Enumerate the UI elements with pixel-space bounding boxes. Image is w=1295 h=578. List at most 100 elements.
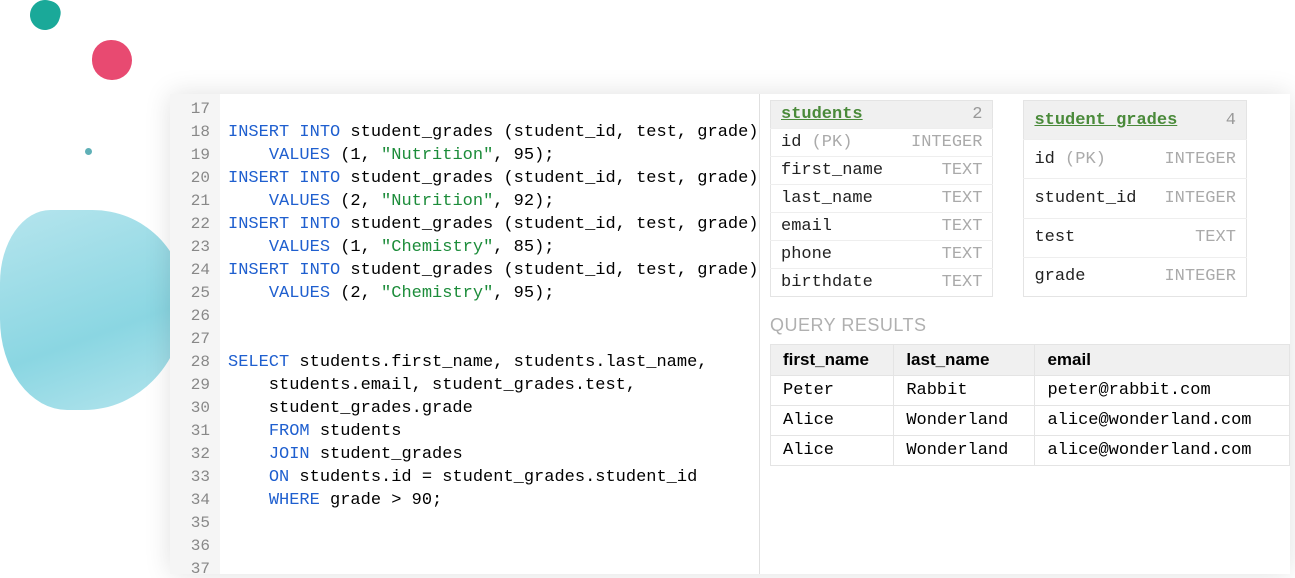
code-line[interactable]: INSERT INTO student_grades (student_id, … — [228, 213, 759, 236]
schema-column-type: TEXT — [1146, 218, 1246, 257]
line-number: 31 — [176, 420, 210, 443]
code-line[interactable]: SELECT students.first_name, students.las… — [228, 351, 759, 374]
schema-list: students2id (PK)INTEGERfirst_nameTEXTlas… — [770, 100, 1290, 297]
line-number: 28 — [176, 351, 210, 374]
line-number: 21 — [176, 190, 210, 213]
code-line[interactable] — [228, 328, 759, 351]
result-row: AliceWonderlandalice@wonderland.com — [771, 406, 1290, 436]
schema-row-count: 2 — [972, 105, 982, 124]
schema-column-type: TEXT — [893, 185, 993, 213]
code-line[interactable]: student_grades.grade — [228, 397, 759, 420]
code-line[interactable]: VALUES (2, "Nutrition", 92); — [228, 190, 759, 213]
schema-column-name: last_name — [771, 185, 894, 213]
result-header: first_name — [771, 345, 894, 376]
line-number: 32 — [176, 443, 210, 466]
schema-column-name: id (PK) — [771, 129, 894, 157]
schema-column-row: first_nameTEXT — [771, 157, 993, 185]
schema-column-row: last_nameTEXT — [771, 185, 993, 213]
line-number: 24 — [176, 259, 210, 282]
code-editor[interactable]: 1718192021222324252627282930313233343536… — [170, 94, 760, 574]
result-cell: peter@rabbit.com — [1035, 376, 1290, 406]
code-line[interactable]: VALUES (1, "Chemistry", 85); — [228, 236, 759, 259]
query-results-title: QUERY RESULTS — [770, 315, 1290, 336]
result-cell: Peter — [771, 376, 894, 406]
schema-table-students: students2id (PK)INTEGERfirst_nameTEXTlas… — [770, 100, 993, 297]
line-number: 36 — [176, 535, 210, 558]
code-line[interactable]: INSERT INTO student_grades (student_id, … — [228, 121, 759, 144]
code-line[interactable]: VALUES (1, "Nutrition", 95); — [228, 144, 759, 167]
schema-column-row: gradeINTEGER — [1024, 257, 1246, 296]
schema-column-row: birthdateTEXT — [771, 269, 993, 297]
code-line[interactable] — [228, 98, 759, 121]
result-cell: alice@wonderland.com — [1035, 436, 1290, 466]
schema-name-link[interactable]: student_grades — [1034, 111, 1177, 130]
line-number: 18 — [176, 121, 210, 144]
line-number: 17 — [176, 98, 210, 121]
line-number: 30 — [176, 397, 210, 420]
result-cell: Rabbit — [894, 376, 1035, 406]
schema-column-name: grade — [1024, 257, 1147, 296]
line-number: 27 — [176, 328, 210, 351]
schema-row-count: 4 — [1226, 111, 1236, 130]
code-line[interactable]: FROM students — [228, 420, 759, 443]
line-number: 26 — [176, 305, 210, 328]
decorative-dot — [85, 148, 92, 155]
line-number: 19 — [176, 144, 210, 167]
code-line[interactable]: ON students.id = student_grades.student_… — [228, 466, 759, 489]
schema-column-name: phone — [771, 241, 894, 269]
code-line[interactable]: INSERT INTO student_grades (student_id, … — [228, 259, 759, 282]
line-number: 37 — [176, 558, 210, 574]
line-number: 23 — [176, 236, 210, 259]
schema-column-name: email — [771, 213, 894, 241]
code-line[interactable]: INSERT INTO student_grades (student_id, … — [228, 167, 759, 190]
line-number-gutter: 1718192021222324252627282930313233343536… — [170, 94, 220, 574]
line-number: 22 — [176, 213, 210, 236]
schema-column-row: emailTEXT — [771, 213, 993, 241]
schema-column-name: id (PK) — [1024, 140, 1147, 179]
code-line[interactable]: VALUES (2, "Chemistry", 95); — [228, 282, 759, 305]
schema-name-link[interactable]: students — [781, 105, 863, 124]
schema-column-type: TEXT — [893, 269, 993, 297]
code-line[interactable]: WHERE grade > 90; — [228, 489, 759, 512]
line-number: 33 — [176, 466, 210, 489]
decorative-shape-pink — [92, 40, 132, 80]
schema-column-type: TEXT — [893, 213, 993, 241]
schema-table-student_grades: student_grades4id (PK)INTEGERstudent_idI… — [1023, 100, 1246, 297]
result-cell: Alice — [771, 406, 894, 436]
code-line[interactable]: JOIN student_grades — [228, 443, 759, 466]
schema-column-row: id (PK)INTEGER — [771, 129, 993, 157]
code-line[interactable] — [228, 512, 759, 535]
schema-column-type: TEXT — [893, 157, 993, 185]
schema-column-name: first_name — [771, 157, 894, 185]
result-row: AliceWonderlandalice@wonderland.com — [771, 436, 1290, 466]
schema-column-name: student_id — [1024, 179, 1147, 218]
result-cell: Alice — [771, 436, 894, 466]
schema-column-name: birthdate — [771, 269, 894, 297]
code-line[interactable] — [228, 558, 759, 574]
schema-column-type: INTEGER — [1146, 257, 1246, 296]
code-line[interactable] — [228, 535, 759, 558]
schema-column-row: student_idINTEGER — [1024, 179, 1246, 218]
result-cell: Wonderland — [894, 436, 1035, 466]
line-number: 20 — [176, 167, 210, 190]
schema-column-type: INTEGER — [1146, 179, 1246, 218]
result-row: PeterRabbitpeter@rabbit.com — [771, 376, 1290, 406]
schema-column-name: test — [1024, 218, 1147, 257]
result-header: last_name — [894, 345, 1035, 376]
line-number: 25 — [176, 282, 210, 305]
line-number: 29 — [176, 374, 210, 397]
code-area[interactable]: INSERT INTO student_grades (student_id, … — [220, 94, 760, 574]
results-panel: students2id (PK)INTEGERfirst_nameTEXTlas… — [760, 94, 1290, 574]
result-cell: Wonderland — [894, 406, 1035, 436]
code-line[interactable] — [228, 305, 759, 328]
line-number: 34 — [176, 489, 210, 512]
result-cell: alice@wonderland.com — [1035, 406, 1290, 436]
line-number: 35 — [176, 512, 210, 535]
decorative-shape-teal — [27, 0, 64, 33]
code-line[interactable]: students.email, student_grades.test, — [228, 374, 759, 397]
schema-column-row: id (PK)INTEGER — [1024, 140, 1246, 179]
schema-column-row: testTEXT — [1024, 218, 1246, 257]
query-results-table: first_namelast_nameemailPeterRabbitpeter… — [770, 344, 1290, 466]
schema-column-type: TEXT — [893, 241, 993, 269]
schema-column-type: INTEGER — [1146, 140, 1246, 179]
